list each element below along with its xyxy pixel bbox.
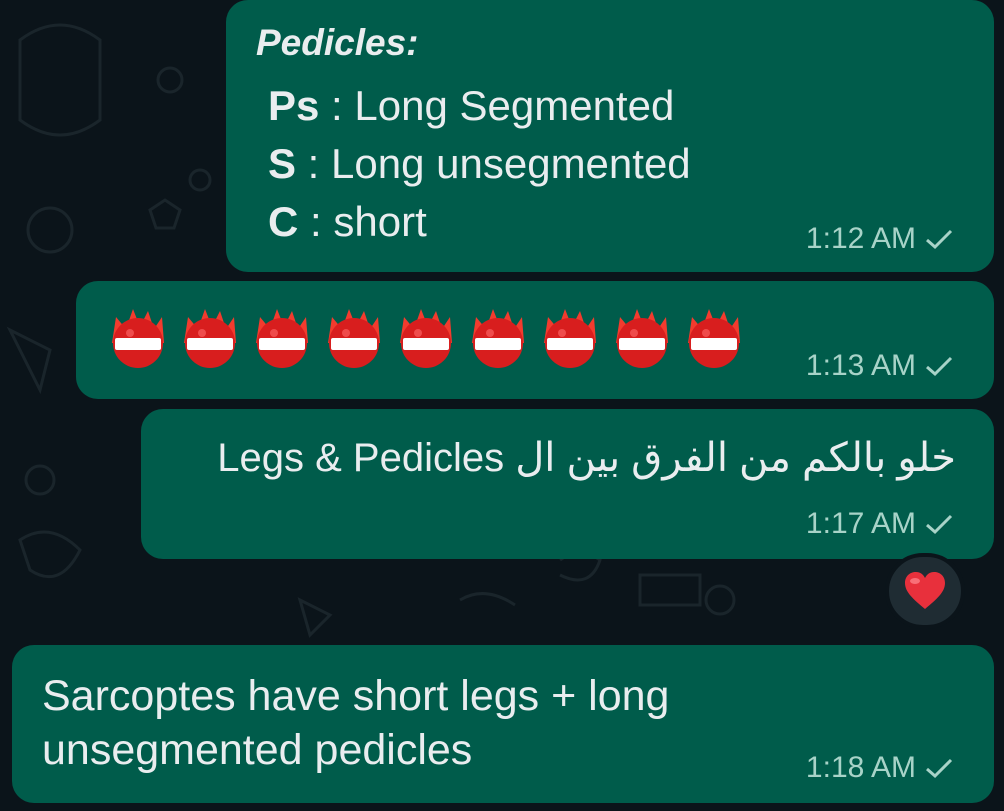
fire-flag-emoji <box>616 309 668 368</box>
pedicle-line-ps: Ps : Long Segmented <box>268 82 674 130</box>
pedicle-line-c: C : short <box>268 198 427 246</box>
message-text: خلو بالكم من الفرق بين ال Legs & Pedicle… <box>217 436 956 480</box>
line-separator: : <box>298 198 334 245</box>
message-meta: 1:13 AM <box>806 349 954 383</box>
single-check-icon <box>926 229 953 250</box>
message-bubble-pedicles[interactable]: Pedicles: Ps : Long Segmented S : Long u… <box>226 0 994 272</box>
fire-flag-emoji <box>544 309 596 368</box>
line-value: Long Segmented <box>354 82 675 129</box>
message-time: 1:18 AM <box>805 751 916 784</box>
line-key: Ps <box>268 82 320 129</box>
fire-flag-emoji <box>184 309 236 368</box>
emoji-row <box>106 303 746 369</box>
fire-flag-emoji <box>112 309 164 368</box>
pedicle-line-s: S : Long unsegmented <box>268 140 691 188</box>
message-bubble-legs-pedicles[interactable]: خلو بالكم من الفرق بين ال Legs & Pedicle… <box>141 409 994 559</box>
fire-flag-emoji <box>400 309 452 368</box>
line-separator: : <box>296 140 332 187</box>
message-bubble-sarcoptes[interactable]: Sarcoptes have short legs + long unsegme… <box>12 645 994 803</box>
line-value: Long unsegmented <box>331 140 691 187</box>
message-text: Sarcoptes have short legs + long unsegme… <box>42 672 670 774</box>
fire-flag-emoji <box>472 309 524 368</box>
single-check-icon <box>926 758 953 779</box>
message-time: 1:12 AM <box>805 222 916 255</box>
single-check-icon <box>926 356 953 377</box>
message-reaction[interactable] <box>885 553 965 629</box>
message-meta: 1:17 AM <box>806 507 954 541</box>
line-key: C <box>268 198 299 245</box>
message-title: Pedicles: <box>256 22 419 63</box>
line-value: short <box>333 198 427 245</box>
message-time: 1:13 AM <box>805 349 916 382</box>
message-time: 1:17 AM <box>805 507 916 540</box>
line-key: S <box>268 140 297 187</box>
message-meta: 1:18 AM <box>806 751 954 785</box>
single-check-icon <box>926 514 953 535</box>
red-heart-icon <box>905 572 945 609</box>
fire-flag-emoji <box>328 309 380 368</box>
fire-flag-emoji <box>688 309 740 368</box>
line-separator: : <box>319 82 355 129</box>
message-meta: 1:12 AM <box>806 222 954 256</box>
message-bubble-emojis[interactable]: 1:13 AM <box>76 281 994 399</box>
fire-flag-emoji <box>256 309 308 368</box>
